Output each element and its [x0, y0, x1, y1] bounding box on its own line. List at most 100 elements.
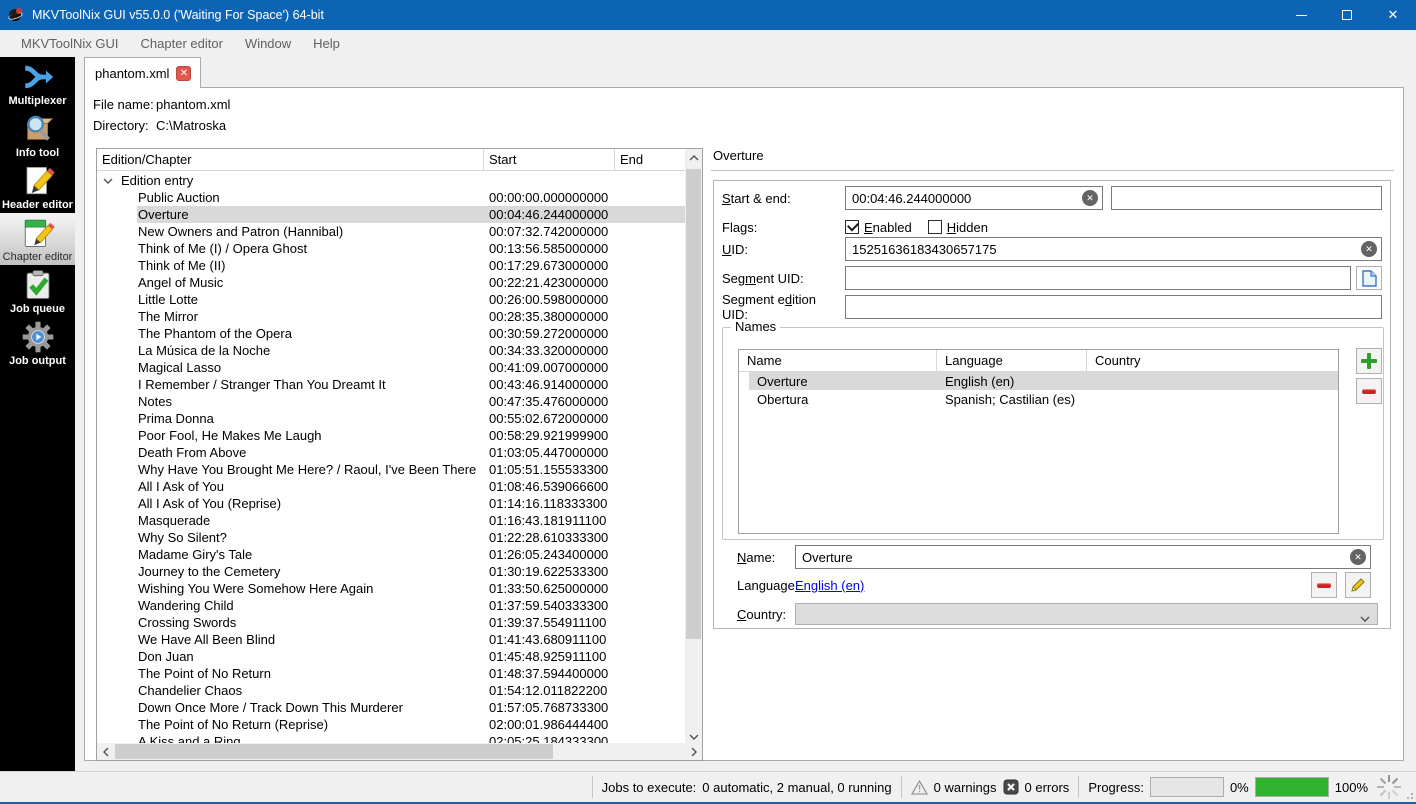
- minimize-button[interactable]: [1278, 0, 1324, 30]
- tree-row-chapter[interactable]: Little Lotte00:26:00.598000000: [97, 291, 685, 308]
- hidden-label: Hidden: [947, 220, 988, 235]
- remove-language-button[interactable]: [1311, 572, 1337, 598]
- start-time-field-wrap: ✕: [845, 186, 1103, 210]
- names-column-country[interactable]: Country: [1087, 350, 1338, 371]
- uid-input[interactable]: [845, 237, 1382, 261]
- menu-mkvtoolnix-gui[interactable]: MKVToolNix GUI: [10, 32, 130, 55]
- tree-row-chapter[interactable]: Think of Me (I) / Opera Ghost00:13:56.58…: [97, 240, 685, 257]
- sidebar-item-header-editor[interactable]: Header editor: [0, 161, 75, 213]
- names-language-cell: English (en): [937, 374, 1087, 389]
- tree-row-chapter[interactable]: Wishing You Were Somehow Here Again01:33…: [97, 580, 685, 597]
- tree-row-chapter[interactable]: Think of Me (II)00:17:29.673000000: [97, 257, 685, 274]
- scroll-right-icon[interactable]: [685, 743, 702, 760]
- tree-row-chapter[interactable]: Wandering Child01:37:59.540333300: [97, 597, 685, 614]
- maximize-button[interactable]: [1324, 0, 1370, 30]
- vertical-scroll-thumb[interactable]: [686, 169, 701, 639]
- tree-row-chapter[interactable]: All I Ask of You (Reprise)01:14:16.11833…: [97, 495, 685, 512]
- names-column-language[interactable]: Language: [937, 350, 1087, 371]
- chapter-name-cell: Poor Fool, He Makes Me Laugh: [97, 428, 484, 443]
- segment-uid-input[interactable]: [845, 266, 1351, 290]
- country-combobox[interactable]: [795, 603, 1378, 625]
- tree-row-chapter[interactable]: Journey to the Cemetery01:30:19.62253330…: [97, 563, 685, 580]
- tree-row-chapter[interactable]: Angel of Music00:22:21.423000000: [97, 274, 685, 291]
- enabled-checkbox[interactable]: Enabled: [845, 220, 912, 235]
- end-time-input[interactable]: [1111, 186, 1382, 210]
- chapter-name-cell: Angel of Music: [97, 275, 484, 290]
- name-input[interactable]: [795, 545, 1371, 569]
- sidebar-item-chapter-editor[interactable]: Chapter editor: [0, 213, 75, 265]
- clear-name-icon[interactable]: ✕: [1350, 549, 1366, 565]
- uid-label: UID:: [722, 242, 845, 257]
- sidebar-item-job-queue[interactable]: Job queue: [0, 265, 75, 317]
- hidden-checkbox-box[interactable]: [928, 220, 942, 234]
- horizontal-scrollbar[interactable]: [97, 743, 702, 760]
- tree-row-chapter[interactable]: The Point of No Return (Reprise)02:00:01…: [97, 716, 685, 733]
- sidebar-item-job-output[interactable]: Job output: [0, 317, 75, 369]
- tree-row-chapter[interactable]: Death From Above01:03:05.447000000: [97, 444, 685, 461]
- chapter-start-cell: 01:16:43.181911100: [484, 513, 615, 528]
- resize-grip[interactable]: [1404, 790, 1414, 800]
- tree-row-chapter[interactable]: The Point of No Return01:48:37.594400000: [97, 665, 685, 682]
- names-row[interactable]: OvertureEnglish (en): [739, 372, 1338, 390]
- hidden-checkbox[interactable]: Hidden: [928, 220, 988, 235]
- language-link[interactable]: English (en): [795, 578, 864, 593]
- tree-row-chapter[interactable]: Why Have You Brought Me Here? / Raoul, I…: [97, 461, 685, 478]
- tree-row-chapter[interactable]: Don Juan01:45:48.925911100: [97, 648, 685, 665]
- tree-row-chapter[interactable]: Crossing Swords01:39:37.554911100: [97, 614, 685, 631]
- chapter-start-cell: 01:14:16.118333300: [484, 496, 615, 511]
- column-start[interactable]: Start: [484, 149, 615, 170]
- vertical-scrollbar[interactable]: [685, 149, 702, 745]
- edit-language-button[interactable]: [1345, 572, 1371, 598]
- add-name-button[interactable]: [1356, 348, 1382, 374]
- tab-close-icon[interactable]: ✕: [176, 66, 191, 81]
- segment-uid-browse-button[interactable]: [1356, 266, 1382, 290]
- chapter-start-cell: 00:34:33.320000000: [484, 343, 615, 358]
- tree-row-chapter[interactable]: La Música de la Noche00:34:33.320000000: [97, 342, 685, 359]
- file-name-value: phantom.xml: [156, 97, 230, 112]
- tree-row-chapter[interactable]: We Have All Been Blind01:41:43.680911100: [97, 631, 685, 648]
- end-time-field-wrap: [1111, 186, 1382, 210]
- remove-name-button[interactable]: [1356, 378, 1382, 404]
- selected-chapter-heading: Overture: [713, 148, 764, 163]
- tree-row-chapter[interactable]: Overture00:04:46.244000000: [97, 206, 685, 223]
- tree-row-edition-entry[interactable]: Edition entry: [97, 172, 685, 189]
- names-row[interactable]: OberturaSpanish; Castilian (es): [739, 390, 1338, 408]
- menu-help[interactable]: Help: [302, 32, 351, 55]
- tree-row-chapter[interactable]: All I Ask of You01:08:46.539066600: [97, 478, 685, 495]
- column-edition-chapter[interactable]: Edition/Chapter: [97, 149, 484, 170]
- close-button[interactable]: ✕: [1370, 0, 1416, 30]
- tree-row-chapter[interactable]: Why So Silent?01:22:28.610333300: [97, 529, 685, 546]
- tree-row-chapter[interactable]: I Remember / Stranger Than You Dreamt It…: [97, 376, 685, 393]
- scroll-left-icon[interactable]: [97, 743, 114, 760]
- horizontal-scroll-thumb[interactable]: [115, 744, 553, 759]
- jobs-label: Jobs to execute:: [602, 780, 697, 795]
- tree-row-chapter[interactable]: Poor Fool, He Makes Me Laugh00:58:29.921…: [97, 427, 685, 444]
- names-column-name[interactable]: Name: [739, 350, 937, 371]
- sidebar-item-multiplexer[interactable]: Multiplexer: [0, 57, 75, 109]
- scroll-up-icon[interactable]: [685, 149, 702, 166]
- tree-row-chapter[interactable]: Public Auction00:00:00.000000000: [97, 189, 685, 206]
- jobqueue-icon-holder: [20, 268, 56, 302]
- segment-edition-uid-input[interactable]: [845, 295, 1382, 319]
- directory-label: Directory:: [93, 118, 156, 133]
- tab-phantom-xml[interactable]: phantom.xml ✕: [84, 57, 201, 88]
- tree-row-chapter[interactable]: New Owners and Patron (Hannibal)00:07:32…: [97, 223, 685, 240]
- start-time-input[interactable]: [845, 186, 1103, 210]
- tree-row-chapter[interactable]: Masquerade01:16:43.181911100: [97, 512, 685, 529]
- tree-row-chapter[interactable]: The Phantom of the Opera00:30:59.2720000…: [97, 325, 685, 342]
- tree-row-chapter[interactable]: Down Once More / Track Down This Murdere…: [97, 699, 685, 716]
- chapter-name-cell: Journey to the Cemetery: [97, 564, 484, 579]
- tree-row-chapter[interactable]: The Mirror00:28:35.380000000: [97, 308, 685, 325]
- column-end[interactable]: End: [615, 149, 685, 170]
- tree-row-chapter[interactable]: Chandelier Chaos01:54:12.011822200: [97, 682, 685, 699]
- sidebar-item-info-tool[interactable]: Info tool: [0, 109, 75, 161]
- menu-window[interactable]: Window: [234, 32, 302, 55]
- clear-uid-icon[interactable]: ✕: [1361, 241, 1377, 257]
- tree-row-chapter[interactable]: Madame Giry's Tale01:26:05.243400000: [97, 546, 685, 563]
- menu-chapter-editor[interactable]: Chapter editor: [130, 32, 234, 55]
- clear-start-icon[interactable]: ✕: [1082, 190, 1098, 206]
- tree-row-chapter[interactable]: Notes00:47:35.476000000: [97, 393, 685, 410]
- enabled-checkbox-box[interactable]: [845, 220, 859, 234]
- tree-row-chapter[interactable]: Prima Donna00:55:02.672000000: [97, 410, 685, 427]
- tree-row-chapter[interactable]: Magical Lasso00:41:09.007000000: [97, 359, 685, 376]
